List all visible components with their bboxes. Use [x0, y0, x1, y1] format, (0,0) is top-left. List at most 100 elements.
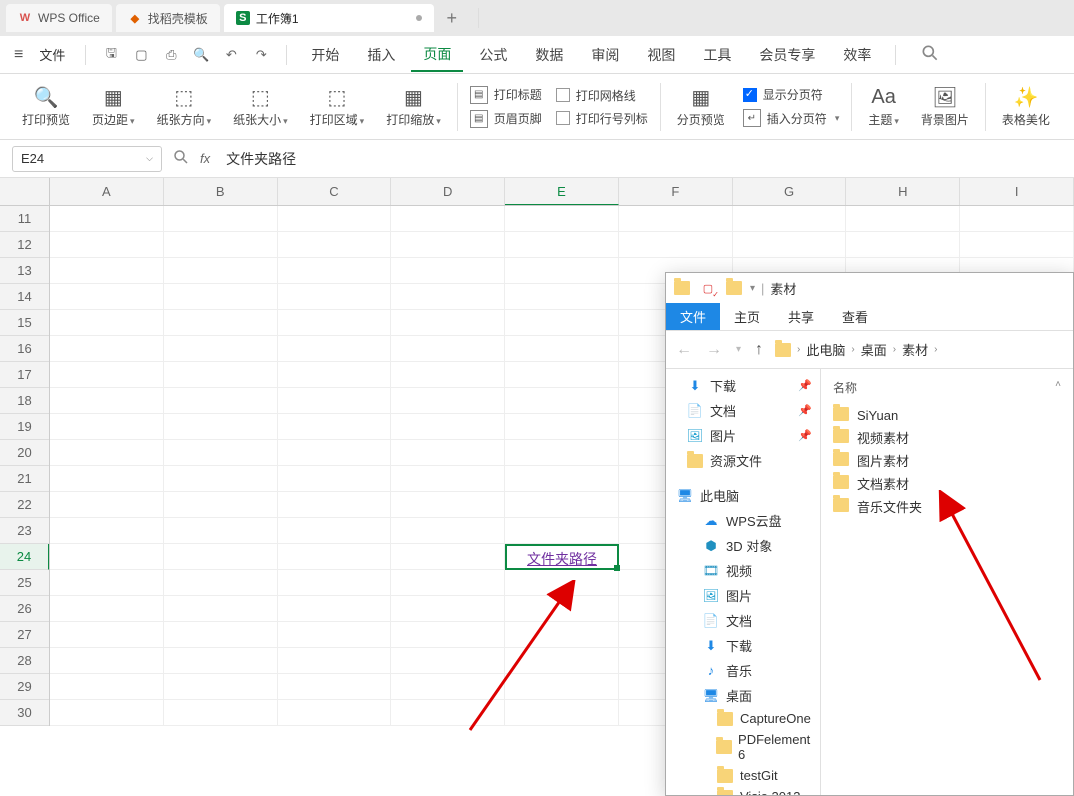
tree-item-videos[interactable]: 🎞视频	[666, 558, 820, 583]
tree-item-music[interactable]: ♪音乐	[666, 658, 820, 683]
cell[interactable]	[505, 414, 619, 440]
cell[interactable]	[505, 258, 619, 284]
cell[interactable]	[391, 414, 505, 440]
cell[interactable]	[278, 232, 392, 258]
row-header[interactable]: 22	[0, 492, 49, 518]
breadcrumb-item[interactable]: 此电脑	[806, 340, 845, 359]
tree-item-pictures[interactable]: 🖼图片	[666, 583, 820, 608]
cell[interactable]	[391, 232, 505, 258]
menu-formula[interactable]: 公式	[467, 39, 519, 71]
cell[interactable]	[278, 518, 392, 544]
cell[interactable]	[619, 206, 733, 232]
cell[interactable]	[164, 596, 278, 622]
cell[interactable]	[164, 544, 278, 570]
forward-icon[interactable]: →	[704, 341, 724, 359]
tab-template[interactable]: ◆ 找稻壳模板	[116, 4, 220, 32]
list-header-name[interactable]: 名称˄	[831, 375, 1063, 405]
cell[interactable]	[505, 596, 619, 622]
cell[interactable]	[164, 440, 278, 466]
paper-orientation-button[interactable]: ⬚ 纸张方向▾	[147, 78, 222, 135]
cell[interactable]	[164, 388, 278, 414]
cell[interactable]	[278, 414, 392, 440]
menu-start[interactable]: 开始	[299, 39, 351, 71]
select-all-corner[interactable]	[0, 178, 50, 206]
cell[interactable]	[164, 518, 278, 544]
cell[interactable]	[391, 388, 505, 414]
tree-item-3d-objects[interactable]: ⬢3D 对象	[666, 533, 820, 558]
cell[interactable]	[960, 206, 1074, 232]
row-header[interactable]: 19	[0, 414, 49, 440]
row-header[interactable]: 12	[0, 232, 49, 258]
print-scale-button[interactable]: ▦ 打印缩放▾	[376, 78, 451, 135]
cell[interactable]	[505, 466, 619, 492]
menu-data[interactable]: 数据	[523, 39, 575, 71]
row-header[interactable]: 18	[0, 388, 49, 414]
cell[interactable]	[164, 492, 278, 518]
column-header[interactable]: H	[846, 178, 960, 205]
cell[interactable]	[50, 648, 164, 674]
cell[interactable]	[278, 258, 392, 284]
column-header[interactable]: G	[733, 178, 847, 205]
cell[interactable]	[505, 674, 619, 700]
row-header[interactable]: 24	[0, 544, 49, 570]
name-box[interactable]: E24 ⌵	[12, 146, 162, 172]
cell[interactable]	[391, 310, 505, 336]
formula-input[interactable]	[220, 146, 1062, 172]
cell[interactable]	[50, 388, 164, 414]
cell[interactable]	[505, 310, 619, 336]
cell[interactable]	[50, 570, 164, 596]
fill-handle[interactable]	[614, 565, 620, 571]
cell[interactable]	[733, 206, 847, 232]
cell[interactable]	[164, 362, 278, 388]
cell[interactable]	[278, 388, 392, 414]
page-margin-button[interactable]: ▦ 页边距▾	[82, 78, 145, 135]
redo-icon[interactable]: ↷	[248, 42, 274, 68]
cell[interactable]	[846, 232, 960, 258]
tree-item-resources[interactable]: 资源文件	[666, 448, 820, 473]
cell[interactable]	[505, 700, 619, 726]
menu-view[interactable]: 视图	[635, 39, 687, 71]
explorer-tab-share[interactable]: 共享	[774, 303, 828, 330]
cell[interactable]	[391, 336, 505, 362]
cell[interactable]	[391, 518, 505, 544]
column-header[interactable]: F	[619, 178, 733, 205]
cell[interactable]	[50, 596, 164, 622]
column-header[interactable]: A	[50, 178, 164, 205]
column-header[interactable]: E	[505, 178, 619, 205]
cell[interactable]	[164, 414, 278, 440]
cell[interactable]	[505, 388, 619, 414]
explorer-tab-file[interactable]: 文件	[666, 303, 720, 330]
theme-button[interactable]: Aa 主题▾	[858, 78, 909, 135]
cell[interactable]	[278, 336, 392, 362]
cell[interactable]	[391, 544, 505, 570]
row-header[interactable]: 14	[0, 284, 49, 310]
cell[interactable]	[50, 492, 164, 518]
cell[interactable]	[619, 232, 733, 258]
row-header[interactable]: 13	[0, 258, 49, 284]
cell[interactable]	[391, 700, 505, 726]
cell[interactable]	[164, 466, 278, 492]
cell[interactable]	[278, 648, 392, 674]
cell[interactable]	[391, 362, 505, 388]
cell[interactable]	[50, 414, 164, 440]
cell[interactable]	[505, 570, 619, 596]
cell[interactable]	[391, 648, 505, 674]
tree-item-pictures[interactable]: 🖼图片📌	[666, 423, 820, 448]
explorer-tree[interactable]: ⬇下载📌 📄文档📌 🖼图片📌 资源文件 🖥此电脑 ☁WPS云盘 ⬢3D 对象 🎞…	[666, 369, 821, 795]
cell[interactable]	[50, 336, 164, 362]
print-headers-checkbox[interactable]: 打印行号列标	[556, 110, 648, 127]
tree-item-downloads[interactable]: ⬇下载📌	[666, 373, 820, 398]
page-break-preview-button[interactable]: ▦ 分页预览	[667, 78, 735, 135]
cell[interactable]	[733, 232, 847, 258]
cell[interactable]	[164, 648, 278, 674]
cell[interactable]	[505, 206, 619, 232]
row-header[interactable]: 11	[0, 206, 49, 232]
cell[interactable]	[50, 518, 164, 544]
cell[interactable]	[50, 622, 164, 648]
explorer-file-list[interactable]: 名称˄ SiYuan视频素材图片素材文档素材音乐文件夹	[821, 369, 1073, 795]
row-header[interactable]: 26	[0, 596, 49, 622]
menu-insert[interactable]: 插入	[355, 39, 407, 71]
cell[interactable]	[505, 336, 619, 362]
cell[interactable]	[278, 674, 392, 700]
cell[interactable]	[50, 206, 164, 232]
